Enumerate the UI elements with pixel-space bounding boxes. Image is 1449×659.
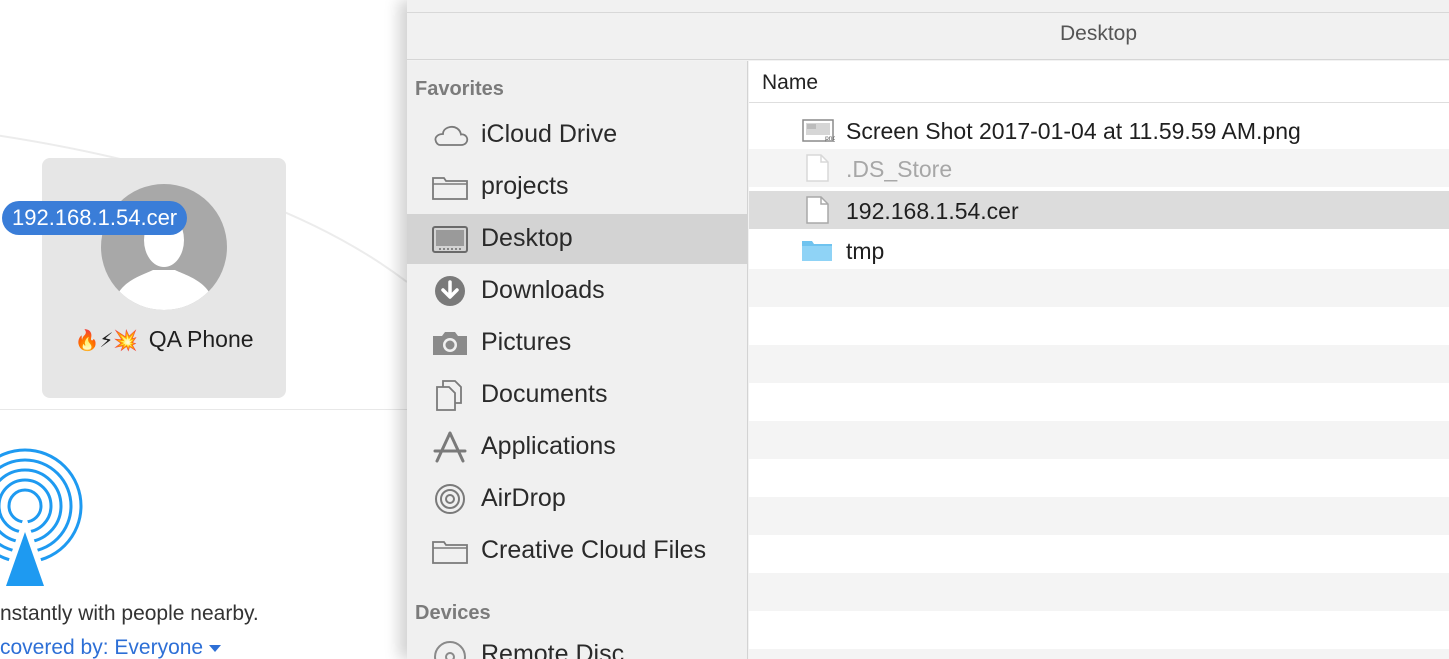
sidebar-heading-devices: Devices (415, 602, 491, 624)
sidebar-item-airdrop[interactable]: AirDrop (407, 474, 748, 524)
svg-text:png: png (825, 135, 835, 142)
sidebar-item-label: Applications (481, 432, 616, 460)
png-file-icon: png (802, 119, 835, 142)
documents-icon (436, 380, 462, 411)
file-name: tmp (846, 238, 885, 264)
sidebar-item-label: Remote Disc (481, 640, 625, 659)
file-row-screenshot[interactable]: png Screen Shot 2017-01-04 at 11.59.59 A… (749, 111, 1449, 149)
airdrop-icon (435, 484, 465, 514)
folder-icon (432, 541, 468, 564)
download-icon (435, 276, 465, 306)
peer-card-qa-phone[interactable]: 🔥⚡💥 QA Phone (42, 158, 286, 398)
sidebar-item-label: Downloads (481, 276, 605, 304)
sidebar-item-label: Pictures (481, 328, 572, 356)
file-name: Screen Shot 2017-01-04 at 11.59.59 AM.pn… (846, 118, 1301, 144)
finder-open-dialog: Desktop Favorites iCloud Drive projects … (407, 0, 1449, 659)
empty-row (749, 269, 1449, 307)
airdrop-logo-icon (0, 448, 83, 586)
empty-row (749, 421, 1449, 459)
empty-row (749, 497, 1449, 535)
file-name: 192.168.1.54.cer (846, 198, 1019, 224)
file-name: .DS_Store (846, 156, 953, 182)
peer-name: 🔥⚡💥 QA Phone (42, 326, 286, 353)
sidebar-item-downloads[interactable]: Downloads (407, 266, 748, 316)
sidebar-item-label: Creative Cloud Files (481, 536, 707, 564)
applications-icon (433, 431, 467, 463)
sidebar-item-icloud-drive[interactable]: iCloud Drive (407, 110, 748, 160)
sidebar-item-projects[interactable]: projects (407, 162, 748, 212)
empty-row (749, 649, 1449, 659)
toolbar-divider (407, 12, 1449, 13)
sidebar-item-desktop[interactable]: Desktop (407, 214, 748, 264)
sidebar-item-pictures[interactable]: Pictures (407, 318, 748, 368)
file-list: Name png Screen Shot 2017-01-04 at 11.59… (749, 61, 1449, 659)
cloud-icon (434, 125, 469, 146)
sidebar-item-applications[interactable]: Applications (407, 422, 748, 472)
sidebar-item-documents[interactable]: Documents (407, 370, 748, 420)
sidebar-heading-favorites: Favorites (415, 78, 504, 100)
path-title[interactable]: Desktop (748, 22, 1449, 46)
file-row-ds-store[interactable]: .DS_Store (749, 149, 1449, 187)
folder-icon (432, 177, 468, 200)
chevron-down-icon (209, 644, 222, 652)
sidebar: Favorites iCloud Drive projects Desktop (407, 61, 748, 659)
sidebar-item-remote-disc[interactable]: Remote Disc (407, 630, 748, 659)
camera-icon (433, 332, 467, 355)
peer-emoji: 🔥⚡💥 (74, 330, 139, 352)
discoverable-dropdown[interactable]: covered by: Everyone (0, 636, 222, 659)
empty-row (749, 345, 1449, 383)
airdrop-window: 🔥⚡💥 QA Phone 192.168.1.54.cer nstantly w… (0, 0, 407, 659)
sidebar-item-label: AirDrop (481, 484, 566, 512)
folder-icon (802, 241, 832, 261)
dialog-toolbar: Desktop (407, 0, 1449, 60)
airdrop-description: nstantly with people nearby. (0, 602, 259, 625)
column-header-name[interactable]: Name (762, 71, 818, 95)
blank-file-icon (806, 154, 829, 182)
sidebar-item-creative-cloud-files[interactable]: Creative Cloud Files (407, 526, 748, 576)
peer-name-text: QA Phone (148, 326, 254, 352)
sidebar-item-label: Documents (481, 380, 608, 408)
dragged-file-label[interactable]: 192.168.1.54.cer (2, 201, 188, 235)
sidebar-item-label: iCloud Drive (481, 120, 618, 148)
sidebar-item-label: projects (481, 172, 569, 200)
file-row-tmp[interactable]: tmp (749, 231, 1449, 269)
sidebar-item-label: Desktop (481, 224, 573, 252)
divider (0, 409, 407, 410)
desktop-icon (432, 226, 468, 253)
discoverable-label: covered by: Everyone (0, 636, 204, 659)
file-row-cer[interactable]: 192.168.1.54.cer (749, 191, 1449, 229)
empty-row (749, 573, 1449, 611)
disc-icon (434, 641, 466, 659)
blank-file-icon (806, 196, 829, 224)
list-header: Name (749, 61, 1449, 103)
